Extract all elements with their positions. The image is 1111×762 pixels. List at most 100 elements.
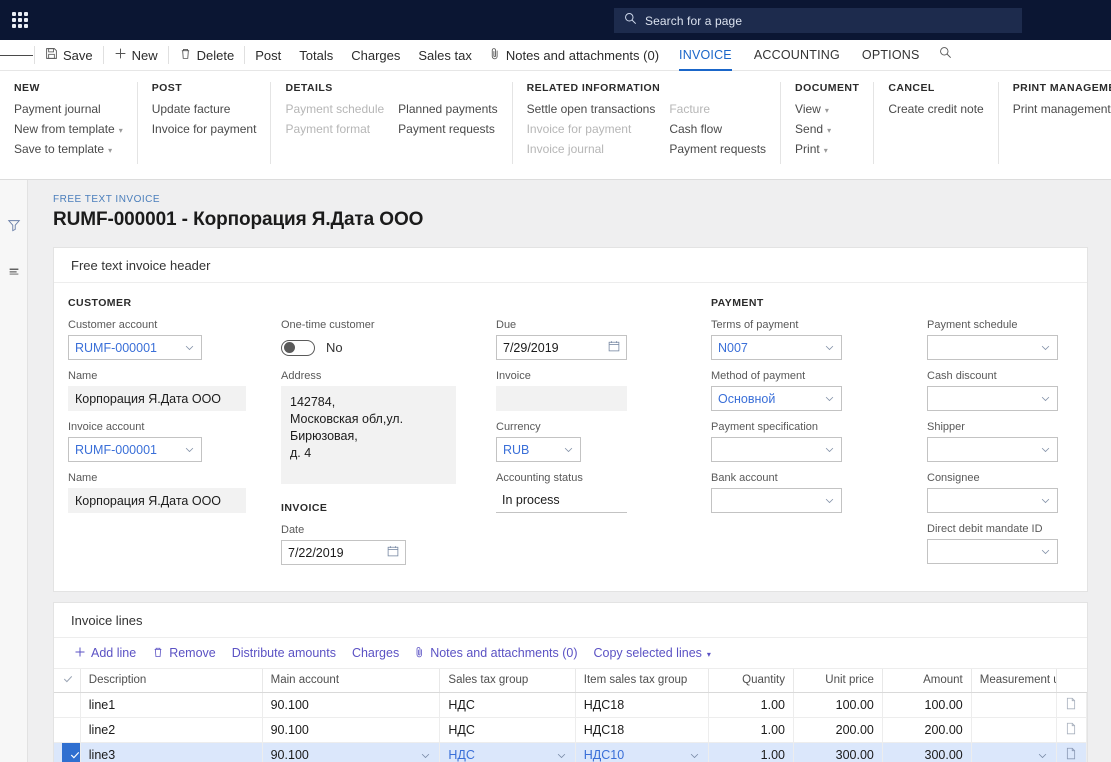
- row-checkbox[interactable]: [54, 692, 81, 718]
- lines-charges-button[interactable]: Charges: [344, 640, 407, 666]
- invoice-date-input[interactable]: 7/22/2019: [281, 540, 406, 565]
- tab-options[interactable]: OPTIONS: [851, 40, 931, 71]
- row-checkbox[interactable]: [54, 742, 81, 762]
- cell-amount[interactable]: 100.00: [882, 692, 972, 718]
- payment-specification-input[interactable]: [711, 437, 842, 462]
- column-header-unit-price[interactable]: Unit price: [793, 669, 883, 693]
- totals-button[interactable]: Totals: [290, 40, 342, 70]
- action-planned-payments[interactable]: Planned payments: [398, 103, 497, 116]
- cell-main-account[interactable]: 90.100: [262, 717, 441, 743]
- cell-description[interactable]: line2: [80, 717, 263, 743]
- row-checkbox-checked[interactable]: [62, 742, 80, 762]
- cell-item-sales-tax-group[interactable]: НДС18: [575, 692, 710, 718]
- remove-line-button[interactable]: Remove: [144, 640, 224, 666]
- row-checkbox[interactable]: [54, 717, 81, 743]
- cell-quantity[interactable]: 1.00: [708, 717, 794, 743]
- bank-account-input[interactable]: [711, 488, 842, 513]
- cell-unit-price[interactable]: 100.00: [793, 692, 883, 718]
- new-button[interactable]: New: [105, 40, 167, 70]
- customer-account-input[interactable]: RUMF-000001: [68, 335, 202, 360]
- column-header-sales-tax-group[interactable]: Sales tax group: [439, 669, 576, 693]
- sales-tax-button[interactable]: Sales tax: [409, 40, 480, 70]
- row-document-button[interactable]: [1056, 692, 1088, 718]
- invoice-account-input[interactable]: RUMF-000001: [68, 437, 202, 462]
- column-header-measurement-unit[interactable]: Measurement u...: [971, 669, 1057, 693]
- action-new-from-template[interactable]: New from template ▾: [14, 123, 123, 136]
- cell-item-sales-tax-group[interactable]: НДС18: [575, 717, 710, 743]
- calendar-icon[interactable]: [608, 340, 620, 355]
- column-header-quantity[interactable]: Quantity: [708, 669, 794, 693]
- action-cash-flow[interactable]: Cash flow: [669, 123, 766, 136]
- cash-discount-input[interactable]: [927, 386, 1058, 411]
- cell-item-sales-tax-group[interactable]: НДС10: [575, 742, 710, 762]
- table-row[interactable]: line3 90.100 НДС НДС10 1.00 300.00 300.0…: [54, 742, 1088, 762]
- action-save-to-template[interactable]: Save to template ▾: [14, 143, 123, 156]
- chevron-down-icon[interactable]: [1037, 750, 1048, 761]
- shipper-input[interactable]: [927, 437, 1058, 462]
- table-row[interactable]: line1 90.100 НДС НДС18 1.00 100.00 100.0…: [54, 692, 1088, 718]
- action-view[interactable]: View ▾: [795, 103, 831, 116]
- delete-button[interactable]: Delete: [170, 40, 244, 70]
- distribute-amounts-button[interactable]: Distribute amounts: [224, 640, 344, 666]
- save-button[interactable]: Save: [36, 40, 102, 70]
- action-print[interactable]: Print ▾: [795, 143, 831, 156]
- chevron-down-icon[interactable]: [420, 750, 431, 761]
- direct-debit-mandate-input[interactable]: [927, 539, 1058, 564]
- invoice-lines-title[interactable]: Invoice lines: [54, 603, 1087, 638]
- copy-selected-lines-button[interactable]: Copy selected lines ▾: [586, 640, 719, 666]
- calendar-icon[interactable]: [387, 545, 399, 560]
- column-header-item-sales-tax-group[interactable]: Item sales tax group: [575, 669, 710, 693]
- cell-unit-price[interactable]: 300.00: [793, 742, 883, 762]
- cell-amount[interactable]: 300.00: [882, 742, 972, 762]
- chevron-down-icon[interactable]: [556, 750, 567, 761]
- post-button[interactable]: Post: [246, 40, 290, 70]
- payment-schedule-input[interactable]: [927, 335, 1058, 360]
- cell-unit-price[interactable]: 200.00: [793, 717, 883, 743]
- action-update-facture[interactable]: Update facture: [152, 103, 257, 116]
- chevron-down-icon[interactable]: [689, 750, 700, 761]
- row-document-button[interactable]: [1056, 742, 1088, 762]
- cell-measurement-unit[interactable]: [971, 742, 1057, 762]
- ribbon-search-button[interactable]: [931, 40, 961, 70]
- tab-invoice[interactable]: INVOICE: [668, 40, 743, 71]
- cell-quantity[interactable]: 1.00: [708, 742, 794, 762]
- cell-main-account[interactable]: 90.100: [262, 742, 441, 762]
- column-header-description[interactable]: Description: [80, 669, 263, 693]
- action-create-credit-note[interactable]: Create credit note: [888, 103, 983, 116]
- cell-description[interactable]: line1: [80, 692, 263, 718]
- add-line-button[interactable]: Add line: [66, 640, 144, 666]
- cell-amount[interactable]: 200.00: [882, 717, 972, 743]
- address-textarea[interactable]: 142784, Московская обл,ул. Бирюзовая, д.…: [281, 386, 456, 484]
- tab-accounting[interactable]: ACCOUNTING: [743, 40, 851, 71]
- action-payment-journal[interactable]: Payment journal: [14, 103, 123, 116]
- terms-of-payment-input[interactable]: N007: [711, 335, 842, 360]
- method-of-payment-input[interactable]: Основной: [711, 386, 842, 411]
- global-search-box[interactable]: Search for a page: [614, 8, 1022, 33]
- cell-measurement-unit[interactable]: [971, 717, 1057, 743]
- header-panel-title[interactable]: Free text invoice header: [54, 248, 1087, 283]
- cell-sales-tax-group[interactable]: НДС: [439, 742, 576, 762]
- one-time-customer-toggle[interactable]: [281, 339, 315, 356]
- action-payment-requests[interactable]: Payment requests: [398, 123, 497, 136]
- column-header-main-account[interactable]: Main account: [262, 669, 441, 693]
- lines-pane-button[interactable]: [0, 258, 28, 288]
- app-launcher-button[interactable]: [0, 0, 40, 40]
- due-date-input[interactable]: 7/29/2019: [496, 335, 627, 360]
- cell-sales-tax-group[interactable]: НДС: [439, 692, 576, 718]
- action-send[interactable]: Send ▾: [795, 123, 831, 136]
- cell-quantity[interactable]: 1.00: [708, 692, 794, 718]
- consignee-input[interactable]: [927, 488, 1058, 513]
- row-document-button[interactable]: [1056, 717, 1088, 743]
- action-invoice-for-payment[interactable]: Invoice for payment: [152, 123, 257, 136]
- breadcrumb[interactable]: FREE TEXT INVOICE: [53, 194, 1111, 205]
- action-payment-requests-related[interactable]: Payment requests: [669, 143, 766, 156]
- action-settle-open-transactions[interactable]: Settle open transactions: [527, 103, 656, 116]
- navigation-menu-button[interactable]: [0, 40, 33, 70]
- column-header-amount[interactable]: Amount: [882, 669, 972, 693]
- filter-pane-button[interactable]: [0, 212, 28, 242]
- notes-and-attachments-button[interactable]: Notes and attachments (0): [481, 40, 668, 70]
- select-all-header[interactable]: [54, 669, 81, 693]
- cell-sales-tax-group[interactable]: НДС: [439, 717, 576, 743]
- table-row[interactable]: line2 90.100 НДС НДС18 1.00 200.00 200.0…: [54, 717, 1088, 743]
- cell-main-account[interactable]: 90.100: [262, 692, 441, 718]
